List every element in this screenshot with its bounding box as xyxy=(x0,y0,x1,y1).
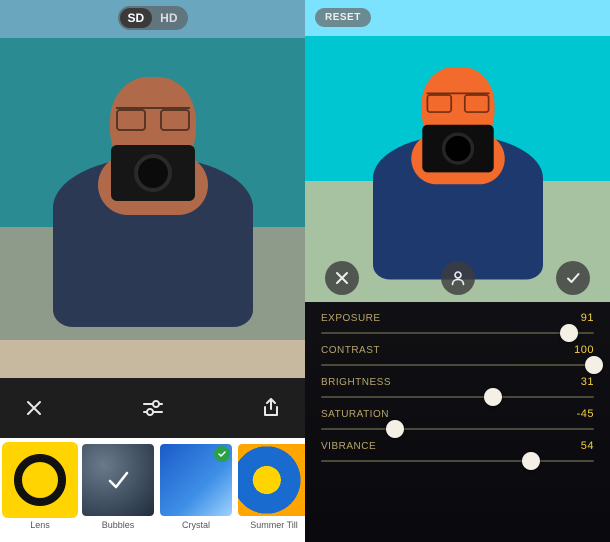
slider-value: 31 xyxy=(581,376,594,388)
editor-left-panel: SD HD xyxy=(0,0,305,542)
slider-brightness[interactable]: BRIGHTNESS 31 xyxy=(321,376,594,398)
filter-label: Crystal xyxy=(182,520,210,530)
slider-knob[interactable] xyxy=(522,452,540,470)
slider-label: SATURATION xyxy=(321,409,389,420)
close-icon xyxy=(335,271,349,285)
adjust-button[interactable] xyxy=(135,390,171,426)
filter-summer[interactable]: Summer Till xyxy=(238,444,305,542)
slider-value: 100 xyxy=(574,344,594,356)
filter-crystal[interactable]: Crystal xyxy=(160,444,232,542)
confirm-button[interactable] xyxy=(556,261,590,295)
slider-label: VIBRANCE xyxy=(321,441,376,452)
filter-strip[interactable]: Lens Bubbles Crystal Summer Till xyxy=(0,438,305,542)
slider-knob[interactable] xyxy=(585,356,603,374)
close-button[interactable] xyxy=(16,390,52,426)
slider-track[interactable] xyxy=(321,428,594,430)
checkmark-icon xyxy=(565,270,581,286)
slider-value: 91 xyxy=(581,312,594,324)
filter-thumb xyxy=(82,444,154,516)
filter-label: Bubbles xyxy=(102,520,135,530)
slider-knob[interactable] xyxy=(484,388,502,406)
photo-subject xyxy=(63,67,243,327)
reset-button[interactable]: RESET xyxy=(315,8,371,27)
image-preview[interactable] xyxy=(0,0,305,378)
profile-button[interactable] xyxy=(441,261,475,295)
applied-badge-icon xyxy=(214,446,230,462)
slider-exposure[interactable]: Exposure 91 xyxy=(321,312,594,334)
slider-value: -45 xyxy=(577,408,594,420)
slider-contrast[interactable]: CONTRAST 100 xyxy=(321,344,594,366)
filter-label: Lens xyxy=(30,520,50,530)
slider-track[interactable] xyxy=(321,332,594,334)
sliders-icon xyxy=(142,399,164,417)
editor-toolbar xyxy=(0,378,305,438)
slider-label: CONTRAST xyxy=(321,345,380,356)
filter-thumb xyxy=(4,444,76,516)
slider-label: Exposure xyxy=(321,313,381,324)
slider-value: 54 xyxy=(581,440,594,452)
share-button[interactable] xyxy=(253,390,289,426)
share-icon xyxy=(262,398,280,418)
slider-track[interactable] xyxy=(321,396,594,398)
filter-bubbles[interactable]: Bubbles xyxy=(82,444,154,542)
cancel-button[interactable] xyxy=(325,261,359,295)
slider-saturation[interactable]: SATURATION -45 xyxy=(321,408,594,430)
filter-thumb xyxy=(238,444,305,516)
checkmark-icon xyxy=(82,444,154,516)
quality-toggle[interactable]: SD HD xyxy=(117,6,187,30)
quality-hd[interactable]: HD xyxy=(152,8,185,28)
adjust-action-row xyxy=(305,254,610,302)
slider-knob[interactable] xyxy=(560,324,578,342)
slider-knob[interactable] xyxy=(386,420,404,438)
filter-thumb xyxy=(160,444,232,516)
slider-track[interactable] xyxy=(321,460,594,462)
photo-subject xyxy=(381,59,534,280)
slider-label: BRIGHTNESS xyxy=(321,377,391,388)
close-icon xyxy=(25,399,43,417)
adjustment-sliders: Exposure 91 CONTRAST 100 BRIGHTNESS 31 xyxy=(305,302,610,542)
editor-right-panel: RESET Exposure 91 CONTRAST xyxy=(305,0,610,542)
slider-vibrance[interactable]: VIBRANCE 54 xyxy=(321,440,594,462)
quality-sd[interactable]: SD xyxy=(119,8,152,28)
filter-lens[interactable]: Lens xyxy=(4,444,76,542)
filter-label: Summer Till xyxy=(250,520,298,530)
person-icon xyxy=(450,270,466,286)
slider-track[interactable] xyxy=(321,364,594,366)
